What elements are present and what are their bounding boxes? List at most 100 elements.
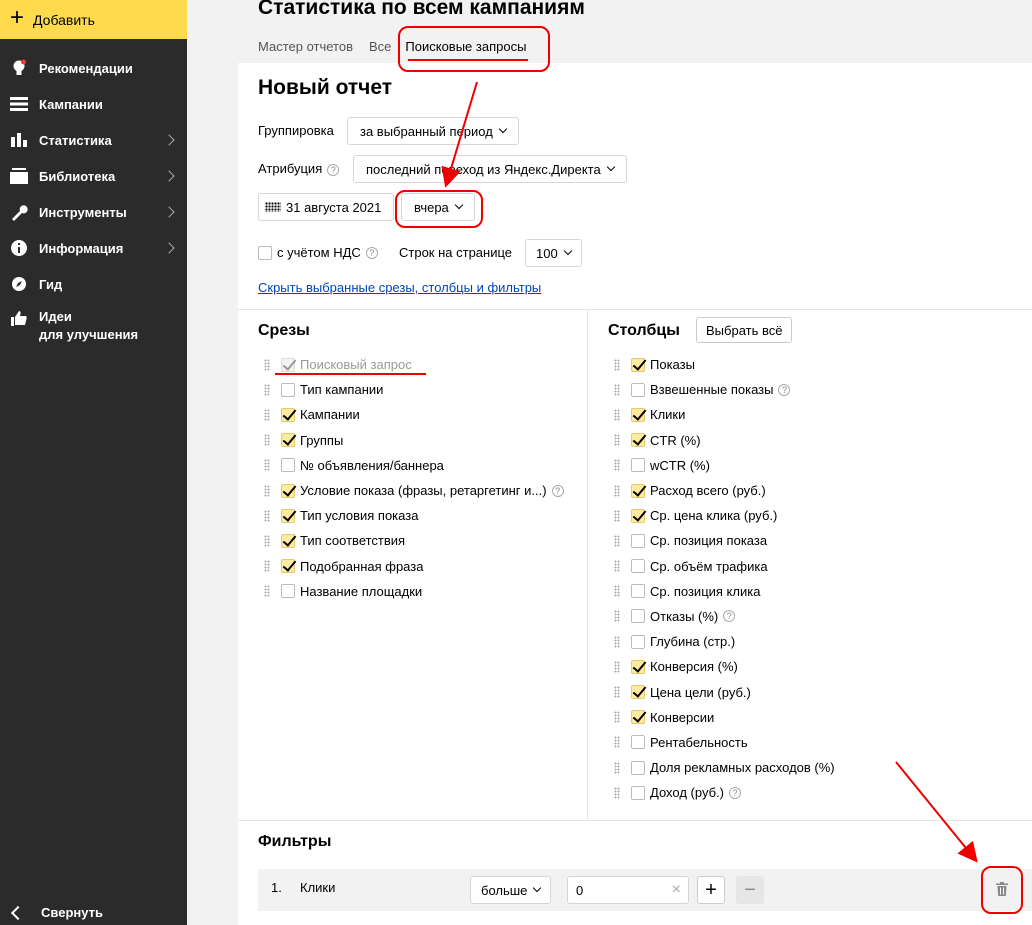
slices-item[interactable]: Тип соответствия	[264, 528, 564, 553]
drag-handle-icon[interactable]	[264, 383, 270, 396]
sidebar-item-recommendations[interactable]: Рекомендации	[0, 50, 187, 86]
drag-handle-icon[interactable]	[614, 534, 620, 547]
period-select[interactable]: вчера	[401, 193, 475, 221]
drag-handle-icon[interactable]	[614, 484, 620, 497]
add-filter-button[interactable]: +	[697, 876, 725, 904]
drag-handle-icon[interactable]	[264, 509, 270, 522]
sidebar-item-campaigns[interactable]: Кампании	[0, 86, 187, 122]
columns-checkbox[interactable]	[631, 659, 645, 674]
tab-report-master[interactable]: Мастер отчетов	[258, 39, 353, 54]
slices-item[interactable]: Подобранная фраза	[264, 554, 564, 579]
columns-item[interactable]: CTR (%)	[614, 428, 835, 453]
help-icon[interactable]: ?	[365, 246, 378, 259]
select-all-button[interactable]: Выбрать всё	[696, 317, 793, 343]
drag-handle-icon[interactable]	[264, 408, 270, 421]
drag-handle-icon[interactable]	[614, 358, 620, 371]
help-icon[interactable]: ?	[551, 484, 564, 497]
drag-handle-icon[interactable]	[264, 434, 270, 447]
columns-item[interactable]: Глубина (стр.)	[614, 629, 835, 654]
vat-checkbox[interactable]	[258, 245, 272, 260]
delete-filter-button[interactable]	[989, 877, 1015, 903]
slices-checkbox[interactable]	[281, 382, 295, 397]
sidebar-item-guide[interactable]: Гид	[0, 266, 187, 302]
columns-item[interactable]: Показы	[614, 352, 835, 377]
columns-checkbox[interactable]	[631, 508, 645, 523]
columns-checkbox[interactable]	[631, 407, 645, 422]
columns-item[interactable]: Взвешенные показы?	[614, 377, 835, 402]
help-icon[interactable]: ?	[723, 610, 736, 623]
drag-handle-icon[interactable]	[614, 686, 620, 699]
tab-search-queries[interactable]: Поисковые запросы	[405, 39, 526, 54]
help-icon[interactable]: ?	[327, 163, 340, 176]
collapse-sidebar-button[interactable]: Свернуть	[9, 905, 103, 920]
columns-checkbox[interactable]	[631, 584, 645, 599]
slices-item[interactable]: Кампании	[264, 402, 564, 427]
columns-checkbox[interactable]	[631, 710, 645, 725]
drag-handle-icon[interactable]	[614, 660, 620, 673]
help-icon[interactable]: ?	[778, 383, 791, 396]
columns-item[interactable]: Конверсия (%)	[614, 654, 835, 679]
slices-checkbox[interactable]	[281, 433, 295, 448]
columns-checkbox[interactable]	[631, 760, 645, 775]
columns-checkbox[interactable]	[631, 559, 645, 574]
columns-item[interactable]: Цена цели (руб.)	[614, 679, 835, 704]
drag-handle-icon[interactable]	[614, 459, 620, 472]
columns-item[interactable]: Конверсии	[614, 705, 835, 730]
columns-checkbox[interactable]	[631, 533, 645, 548]
slices-item[interactable]: Тип условия показа	[264, 503, 564, 528]
columns-item[interactable]: Ср. объём трафика	[614, 554, 835, 579]
columns-item[interactable]: Ср. цена клика (руб.)	[614, 503, 835, 528]
slices-item[interactable]: Группы	[264, 428, 564, 453]
drag-handle-icon[interactable]	[264, 534, 270, 547]
columns-checkbox[interactable]	[631, 785, 645, 800]
columns-item[interactable]: Доля рекламных расходов (%)	[614, 755, 835, 780]
columns-checkbox[interactable]	[631, 458, 645, 473]
columns-item[interactable]: Ср. позиция показа	[614, 528, 835, 553]
columns-checkbox[interactable]	[631, 609, 645, 624]
help-icon[interactable]: ?	[728, 786, 741, 799]
attribution-select[interactable]: последний переход из Яндекс.Директа	[353, 155, 627, 183]
hide-filters-link[interactable]: Скрыть выбранные срезы, столбцы и фильтр…	[258, 280, 541, 295]
slices-checkbox[interactable]	[281, 407, 295, 422]
drag-handle-icon[interactable]	[614, 711, 620, 724]
drag-handle-icon[interactable]	[614, 635, 620, 648]
drag-handle-icon[interactable]	[614, 585, 620, 598]
rows-per-page-select[interactable]: 100	[525, 239, 582, 267]
sidebar-item-tools[interactable]: Инструменты	[0, 194, 187, 230]
slices-checkbox[interactable]	[281, 508, 295, 523]
drag-handle-icon[interactable]	[614, 786, 620, 799]
columns-item[interactable]: Клики	[614, 402, 835, 427]
slices-checkbox[interactable]	[281, 584, 295, 599]
columns-checkbox[interactable]	[631, 357, 645, 372]
slices-checkbox[interactable]	[281, 533, 295, 548]
tab-all[interactable]: Все	[369, 39, 391, 54]
date-picker-button[interactable]: 31 августа 2021	[258, 193, 395, 221]
columns-item[interactable]: Отказы (%)?	[614, 604, 835, 629]
slices-checkbox[interactable]	[281, 458, 295, 473]
drag-handle-icon[interactable]	[614, 560, 620, 573]
drag-handle-icon[interactable]	[264, 358, 270, 371]
columns-item[interactable]: Ср. позиция клика	[614, 579, 835, 604]
drag-handle-icon[interactable]	[614, 383, 620, 396]
columns-item[interactable]: wCTR (%)	[614, 453, 835, 478]
columns-checkbox[interactable]	[631, 483, 645, 498]
clear-icon[interactable]: ×	[672, 881, 681, 899]
sidebar-item-statistics[interactable]: Статистика	[0, 122, 187, 158]
drag-handle-icon[interactable]	[614, 408, 620, 421]
columns-checkbox[interactable]	[631, 685, 645, 700]
grouping-select[interactable]: за выбранный период	[347, 117, 519, 145]
columns-checkbox[interactable]	[631, 634, 645, 649]
columns-item[interactable]: Доход (руб.)?	[614, 780, 835, 805]
drag-handle-icon[interactable]	[264, 585, 270, 598]
slices-checkbox[interactable]	[281, 559, 295, 574]
slices-item[interactable]: Условие показа (фразы, ретаргетинг и...)…	[264, 478, 564, 503]
slices-item[interactable]: Название площадки	[264, 579, 564, 604]
drag-handle-icon[interactable]	[614, 736, 620, 749]
filter-operator-select[interactable]: больше	[470, 876, 552, 904]
columns-item[interactable]: Расход всего (руб.)	[614, 478, 835, 503]
add-button[interactable]: + Добавить	[0, 0, 187, 39]
sidebar-item-library[interactable]: Библиотека	[0, 158, 187, 194]
drag-handle-icon[interactable]	[264, 560, 270, 573]
filter-value-input[interactable]: 0 ×	[567, 876, 689, 904]
slices-item[interactable]: Поисковый запрос	[264, 352, 564, 377]
